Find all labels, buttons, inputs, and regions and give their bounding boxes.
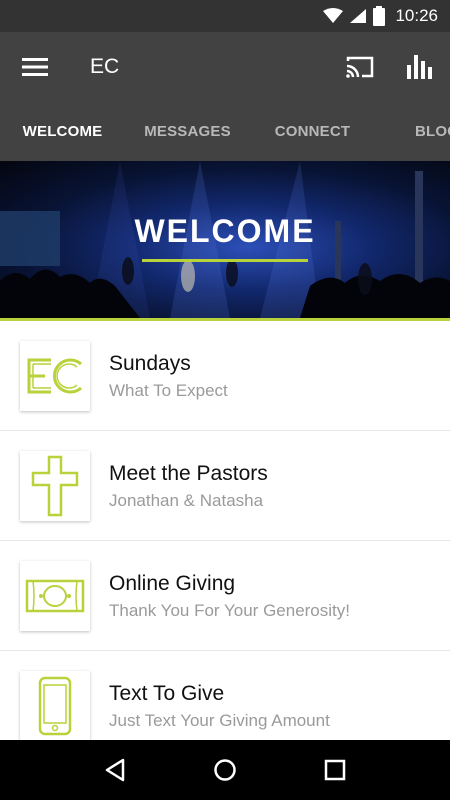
item-subtitle: Thank You For Your Generosity! (109, 601, 350, 620)
status-time: 10:26 (395, 6, 438, 25)
money-icon (25, 579, 85, 613)
item-subtitle: Just Text Your Giving Amount (109, 711, 330, 730)
item-thumbnail (20, 451, 90, 521)
item-subtitle: What To Expect (109, 381, 228, 400)
hero-underline (142, 259, 308, 262)
list-item-sundays[interactable]: Sundays What To Expect (0, 321, 450, 431)
app-bar: EC (0, 32, 450, 102)
wifi-icon (323, 8, 344, 24)
item-title: Text To Give (109, 682, 225, 705)
recents-icon (324, 759, 346, 781)
list-item-online-giving[interactable]: Online Giving Thank You For Your Generos… (0, 541, 450, 651)
list-item-meet-the-pastors[interactable]: Meet the Pastors Jonathan & Natasha (0, 431, 450, 541)
cast-icon (346, 56, 374, 78)
item-thumbnail (20, 341, 90, 411)
item-title: Meet the Pastors (109, 462, 268, 485)
bar-chart-icon (407, 55, 432, 79)
cast-button[interactable] (330, 32, 390, 102)
battery-icon (373, 6, 386, 26)
ec-logo-icon (27, 358, 82, 394)
home-icon (214, 759, 236, 781)
app-title: EC (90, 55, 120, 78)
cross-icon (31, 455, 79, 517)
item-title: Sundays (109, 352, 191, 375)
item-thumbnail (20, 561, 90, 631)
hero-banner: WELCOME (0, 161, 450, 318)
status-bar: 10:26 (0, 0, 450, 32)
recents-button[interactable] (305, 740, 365, 800)
home-button[interactable] (195, 740, 255, 800)
back-button[interactable] (85, 740, 145, 800)
hero-title: WELCOME (134, 213, 316, 249)
back-icon (105, 758, 125, 782)
phone-icon (38, 676, 72, 736)
hamburger-menu-icon (22, 58, 48, 76)
system-nav-bar (0, 740, 450, 800)
tab-blog[interactable]: BLOG (375, 102, 450, 161)
item-title: Online Giving (109, 572, 236, 595)
stats-button[interactable] (390, 32, 450, 102)
menu-button[interactable] (0, 32, 70, 102)
tab-bar: WELCOME MESSAGES CONNECT BLOG (0, 102, 450, 161)
tab-connect[interactable]: CONNECT (250, 102, 375, 161)
welcome-list: Sundays What To Expect Meet the Pastors … (0, 321, 450, 740)
item-thumbnail (20, 671, 90, 740)
tab-messages[interactable]: MESSAGES (125, 102, 250, 161)
item-subtitle: Jonathan & Natasha (109, 491, 264, 510)
signal-icon (349, 8, 367, 24)
tab-welcome[interactable]: WELCOME (0, 102, 125, 161)
list-item-text-to-give[interactable]: Text To Give Just Text Your Giving Amoun… (0, 651, 450, 740)
